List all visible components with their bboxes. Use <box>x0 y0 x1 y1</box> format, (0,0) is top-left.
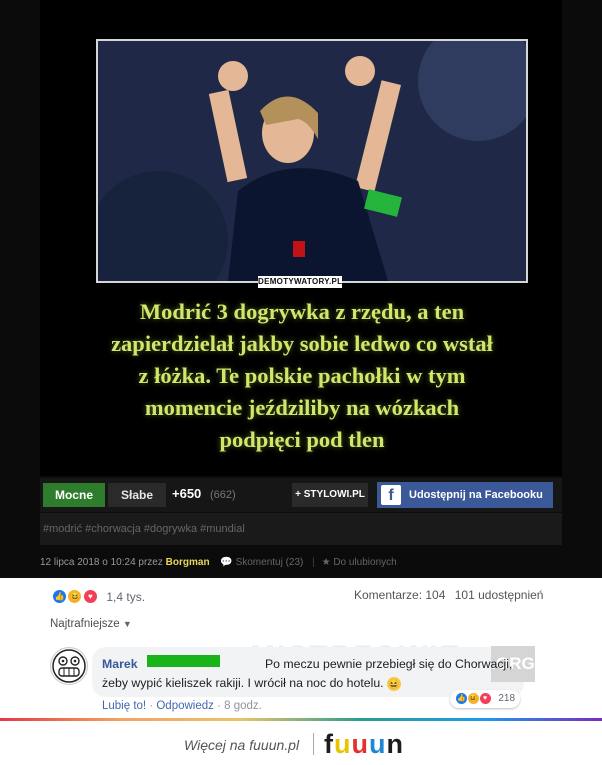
haha-reaction-icon: 😆 <box>67 589 83 605</box>
facebook-share-label: Udostępnij na Facebooku <box>409 489 543 501</box>
comments-count[interactable]: Komentarze: 104 <box>354 588 445 602</box>
post-date: 12 lipca 2018 o 10:24 przez <box>40 557 163 568</box>
footer <box>0 721 602 765</box>
footer-separator <box>313 733 314 755</box>
comment-link[interactable]: Skomentuj (23) <box>236 557 304 568</box>
demotivator-caption: Modrić 3 dogrywka z rzędu, a ten zapierd… <box>60 296 544 456</box>
comment-reactions[interactable]: 👍 😆 ♥ 218 <box>450 690 521 708</box>
redaction-bar <box>147 655 220 667</box>
caption-line: momencie jeździliby na wózkach <box>144 395 460 420</box>
comment-text-line: żeby wypić kieliszek rakiji. I wrócił na… <box>102 676 384 690</box>
like-reaction-icon: 👍 <box>52 589 67 605</box>
like-link[interactable]: Lubię to! <box>102 700 146 712</box>
love-reaction-icon: ♥ <box>82 589 98 605</box>
caption-line: zapierdzielał jakby sobie ledwo co wstał <box>111 331 493 356</box>
meta-separator: | <box>312 557 315 568</box>
caption-line: z łóżka. Te polskie pachołki w tym <box>138 363 466 388</box>
logo-letter: f <box>324 729 334 759</box>
score-value: +650 <box>172 486 202 501</box>
facebook-icon: f <box>381 485 401 505</box>
facebook-share-button[interactable]: f Udostępnij na Facebooku <box>377 482 553 508</box>
caption-line: Modrić 3 dogrywka z rzędu, a ten <box>139 299 465 324</box>
post-meta: 12 lipca 2018 o 10:24 przez Borgman 💬 Sk… <box>40 550 562 576</box>
love-reaction-icon: ♥ <box>478 691 492 705</box>
tags[interactable]: #modrić #chorwacja #dogrywka #mundial <box>40 513 562 545</box>
sort-dropdown[interactable]: Najtrafniejsze ▼ <box>50 618 132 630</box>
comment-reactions-count: 218 <box>498 693 516 704</box>
comment-text-line: Po meczu pewnie przebiegł się do Chorwac… <box>264 657 513 671</box>
chevron-down-icon: ▼ <box>122 619 132 629</box>
photo-player-celebrating <box>96 39 528 283</box>
author-link[interactable]: Borgman <box>166 557 210 568</box>
favorite-link[interactable]: Do ulubionych <box>333 557 396 568</box>
laughing-emoji-icon: 😆 <box>387 677 402 691</box>
score-total: (662) <box>210 489 236 501</box>
logo-letter: u <box>351 729 369 759</box>
more-link[interactable]: Więcej na fuuun.pl <box>184 737 299 753</box>
comments-shares-summary: Komentarze: 104 101 udostępnień <box>354 588 543 602</box>
sort-label: Najtrafniejsze <box>50 618 120 630</box>
haha-reaction-icon: 😆 <box>466 691 480 705</box>
stylowi-button[interactable]: + STYLOWI.PL <box>292 483 368 507</box>
vote-weak-button[interactable]: Słabe <box>108 483 166 507</box>
fuuun-logo[interactable]: fuuun <box>324 729 404 759</box>
logo-letter: u <box>369 729 387 759</box>
avatar[interactable] <box>50 647 88 685</box>
reply-link[interactable]: Odpowiedz <box>156 700 214 712</box>
logo-letter: u <box>334 729 352 759</box>
comment-author[interactable]: Marek <box>102 657 138 671</box>
reactions-count: 1,4 tys. <box>106 590 146 604</box>
shares-count[interactable]: 101 udostępnień <box>455 588 544 602</box>
demotywatory-watermark: DEMOTYWATORY.PL <box>258 276 343 288</box>
comment-time[interactable]: 8 godz. <box>224 700 262 712</box>
comment-icon: 💬 <box>220 557 233 568</box>
caption-line: podpięci pod tlen <box>219 427 385 452</box>
star-icon: ★ <box>321 557 331 568</box>
logo-letter: n <box>386 729 404 759</box>
comment-actions: Lubię to! · Odpowiedz · 8 godz. <box>102 700 262 712</box>
vote-strong-button[interactable]: Mocne <box>43 483 105 507</box>
reactions-summary[interactable]: 👍 😆 ♥ 1,4 tys. <box>52 588 145 606</box>
